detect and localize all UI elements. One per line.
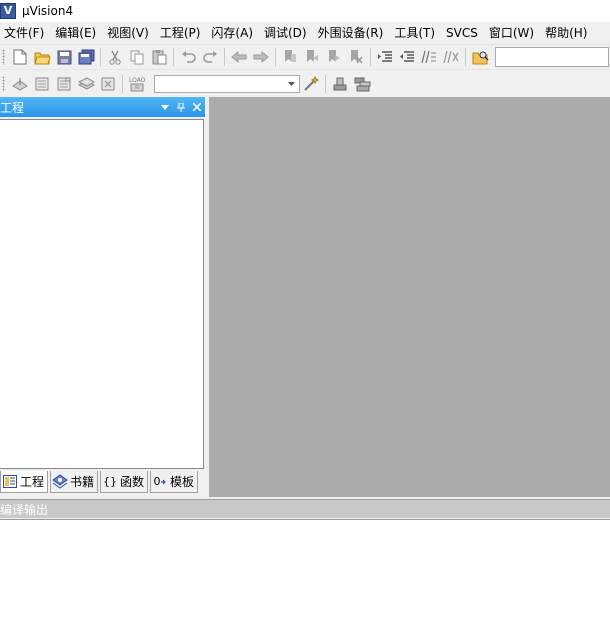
file-toolbar <box>0 45 610 70</box>
unindent-icon[interactable] <box>397 47 417 67</box>
download-label: LOAD <box>129 77 146 84</box>
translate-icon[interactable] <box>10 74 30 94</box>
toolbar-grip[interactable] <box>2 75 5 92</box>
bookmark-next-icon[interactable] <box>324 47 344 67</box>
tab-books-label: 书籍 <box>70 475 95 489</box>
undo-icon[interactable] <box>178 47 198 67</box>
chevron-down-icon[interactable] <box>284 77 298 91</box>
build-icon[interactable] <box>32 74 52 94</box>
menu-tools[interactable]: 工具(T) <box>389 23 441 44</box>
tab-books[interactable]: 书籍 <box>50 471 99 493</box>
functions-tab-icon: {} <box>103 475 118 488</box>
templates-tab-icon: 0 <box>152 474 168 490</box>
indent-icon[interactable] <box>375 47 395 67</box>
dropdown-arrow-icon[interactable] <box>157 99 173 115</box>
tab-functions-label: 函数 <box>120 475 145 489</box>
tab-templates[interactable]: 0 模板 <box>150 471 199 493</box>
cut-icon[interactable] <box>105 47 125 67</box>
bookmark-clear-icon[interactable] <box>346 47 366 67</box>
bookmark-icon[interactable] <box>280 47 300 67</box>
search-input[interactable] <box>495 47 609 67</box>
build-output-header: 编译输出 <box>0 499 610 518</box>
books-tab-icon <box>52 474 68 490</box>
project-tree[interactable] <box>0 119 204 469</box>
toolbar-separator <box>370 48 371 66</box>
tab-templates-label: 模板 <box>170 475 195 489</box>
books-icon[interactable] <box>352 74 372 94</box>
build-toolbar: LOAD <box>0 71 610 96</box>
tab-functions[interactable]: {} 函数 <box>100 471 149 493</box>
tab-project[interactable]: 工程 <box>0 471 49 493</box>
redo-icon[interactable] <box>200 47 220 67</box>
project-tab-icon <box>2 474 18 490</box>
close-icon[interactable] <box>189 99 205 115</box>
toolbar-separator <box>173 48 174 66</box>
menu-bar: 文件(F) 编辑(E) 视图(V) 工程(P) 闪存(A) 调试(D) 外围设备… <box>0 22 610 45</box>
uv-icon[interactable]: V <box>0 3 16 19</box>
tab-project-label: 工程 <box>20 475 45 489</box>
find-in-files-icon[interactable] <box>470 47 490 67</box>
nav-forward-icon[interactable] <box>251 47 271 67</box>
editor-workspace[interactable] <box>209 97 610 497</box>
menu-debug[interactable]: 调试(D) <box>259 23 313 44</box>
menu-peripherals[interactable]: 外围设备(R) <box>313 23 390 44</box>
rebuild-icon[interactable] <box>54 74 74 94</box>
toolbar-separator <box>325 74 326 93</box>
project-panel: 工程 工程 书籍 {} 函数 0 模板 <box>0 97 208 497</box>
stop-build-icon[interactable] <box>98 74 118 94</box>
toolbar-grip[interactable] <box>2 49 5 65</box>
templates-tab-glyph: 0 <box>153 475 161 488</box>
menu-project[interactable]: 工程(P) <box>155 23 207 44</box>
title-bar: V µVision4 <box>0 0 610 22</box>
comment-icon[interactable] <box>419 47 439 67</box>
build-output-area[interactable] <box>0 519 610 635</box>
uncomment-icon[interactable] <box>441 47 461 67</box>
menu-file[interactable]: 文件(F) <box>0 23 50 44</box>
pin-icon[interactable] <box>173 99 189 115</box>
project-panel-title: 工程 <box>0 100 25 115</box>
new-file-icon[interactable] <box>10 47 30 67</box>
open-folder-icon[interactable] <box>32 47 52 67</box>
window-title: µVision4 <box>22 4 74 18</box>
toolbar-separator <box>465 48 466 66</box>
download-icon[interactable]: LOAD <box>127 74 147 94</box>
paste-icon[interactable] <box>149 47 169 67</box>
menu-help[interactable]: 帮助(H) <box>540 23 593 44</box>
toolbar-separator <box>224 48 225 66</box>
menu-window[interactable]: 窗口(W) <box>484 23 540 44</box>
toolbar-separator <box>122 74 123 93</box>
toolbar-separator <box>275 48 276 66</box>
menu-flash[interactable]: 闪存(A) <box>206 23 259 44</box>
manage-components-icon[interactable] <box>330 74 350 94</box>
copy-icon[interactable] <box>127 47 147 67</box>
save-all-icon[interactable] <box>76 47 96 67</box>
project-panel-tabs: 工程 书籍 {} 函数 0 模板 <box>0 471 205 493</box>
bookmark-prev-icon[interactable] <box>302 47 322 67</box>
menu-view[interactable]: 视图(V) <box>102 23 155 44</box>
menu-edit[interactable]: 编辑(E) <box>50 23 102 44</box>
target-select[interactable] <box>154 74 300 93</box>
target-options-icon[interactable] <box>301 74 321 94</box>
project-panel-header: 工程 <box>0 97 205 117</box>
nav-back-icon[interactable] <box>229 47 249 67</box>
toolbar-separator <box>100 48 101 66</box>
batch-build-icon[interactable] <box>76 74 96 94</box>
menu-svcs[interactable]: SVCS <box>441 23 484 44</box>
save-icon[interactable] <box>54 47 74 67</box>
build-output-title: 编译输出 <box>0 502 49 517</box>
